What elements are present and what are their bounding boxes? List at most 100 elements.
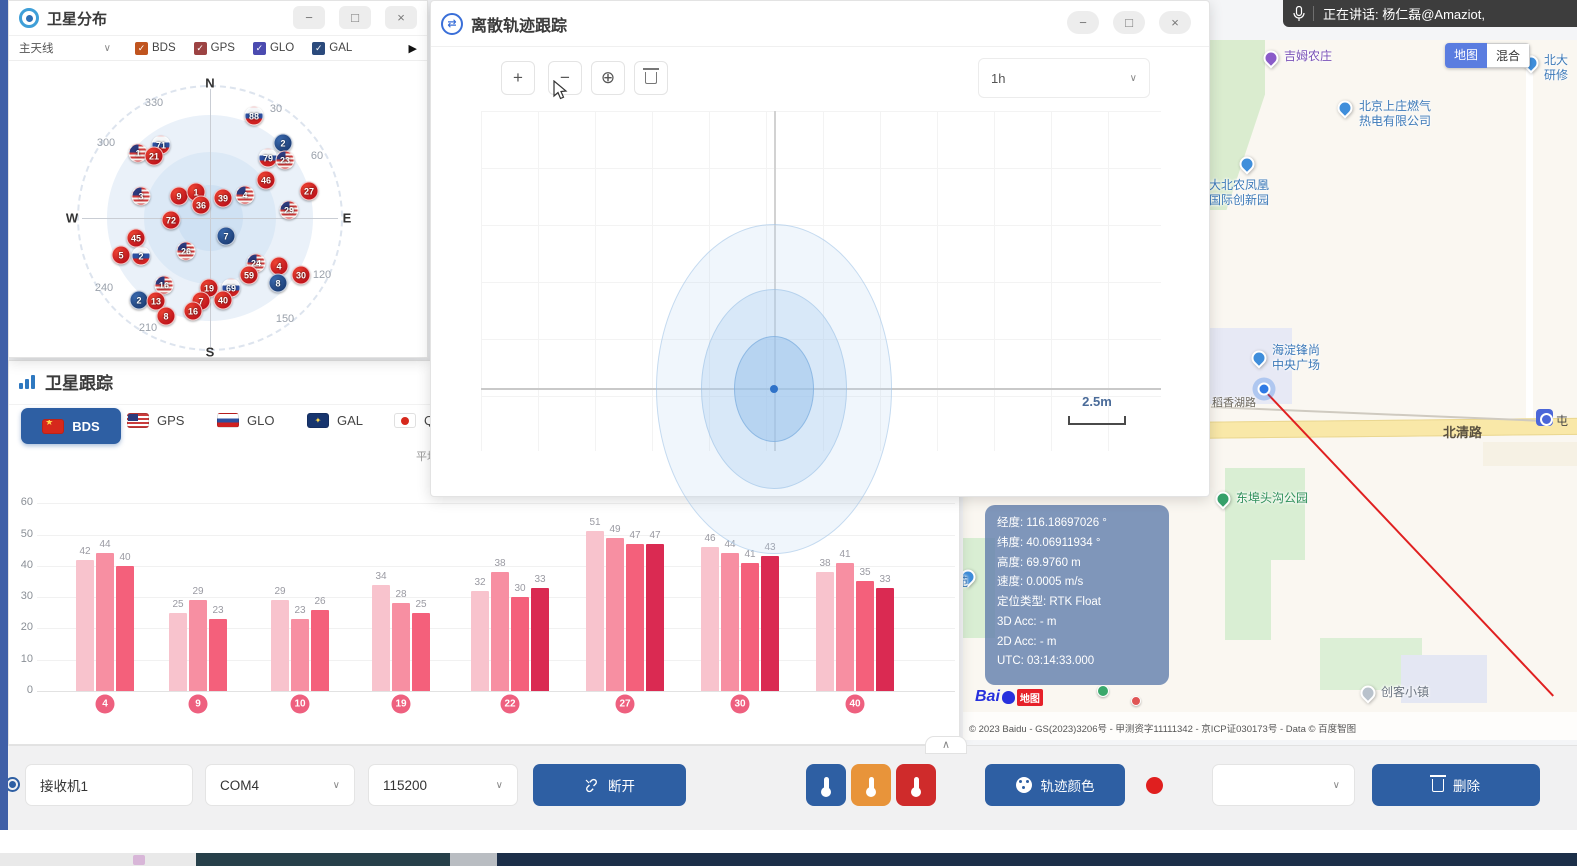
tab-gal[interactable]: GAL	[307, 413, 363, 428]
baud-rate-select[interactable]: 115200∨	[368, 764, 518, 806]
snr-bar-27-0	[586, 531, 604, 691]
system-checkbox-bds[interactable]: ✓BDS	[135, 42, 176, 55]
locate-button[interactable]: ⊕	[591, 61, 625, 95]
satellite-gps-4: 4	[236, 186, 255, 205]
delete-button[interactable]: 删除	[1372, 764, 1540, 806]
snr-bar-10-2	[311, 610, 329, 691]
satellite-bds-21: 21	[145, 147, 164, 166]
snr-value-10-0: 29	[268, 586, 292, 597]
close-button[interactable]: ×	[1159, 11, 1191, 34]
snr-bar-9-0	[169, 613, 187, 691]
glo-flag-icon	[217, 413, 239, 428]
satellite-bds-46: 46	[257, 171, 276, 190]
track-loop-icon: ⇄	[441, 13, 463, 35]
ring-label-30: 30	[270, 103, 282, 115]
snr-value-10-1: 23	[288, 605, 312, 616]
snr-value-19-2: 25	[409, 599, 433, 610]
snr-value-22-1: 38	[488, 558, 512, 569]
snr-value-10-2: 26	[308, 596, 332, 607]
mouse-cursor	[553, 80, 569, 107]
snr-bar-19-2	[412, 613, 430, 691]
poi-label-0: 吉姆农庄	[1284, 49, 1332, 64]
broken-link-icon	[584, 778, 599, 793]
satellite-tracking-title: 卫星跟踪	[45, 369, 113, 394]
tab-label: GAL	[337, 413, 363, 428]
info-row-1: 纬度: 40.06911934 °	[997, 534, 1157, 554]
baidu-paw-icon	[1002, 691, 1015, 704]
antenna-select[interactable]: 主天线 ∨	[9, 40, 117, 56]
expand-arrow-icon[interactable]: ▶	[409, 42, 417, 55]
map-type-hybrid-button[interactable]: 混合	[1487, 43, 1530, 68]
snr-bar-40-3	[876, 588, 894, 691]
system-checkboxes: ✓BDS✓GPS✓GLO✓GAL	[117, 42, 352, 55]
satellite-distribution-window: 卫星分布 − □ × 主天线 ∨ ✓BDS✓GPS✓GLO✓GAL ▶ N S	[8, 0, 428, 358]
baidu-logo-text: Bai	[975, 688, 1000, 706]
tab-bds[interactable]: BDS	[21, 408, 121, 444]
satellite-glo-2: 2	[132, 247, 151, 266]
snr-bar-9-1	[189, 600, 207, 691]
window-controls: − □ ×	[1067, 11, 1191, 34]
system-checkbox-gps[interactable]: ✓GPS	[194, 42, 235, 55]
snr-bar-40-0	[816, 572, 834, 691]
track-color-indicator	[1146, 777, 1163, 794]
taskbar-mini-icon	[133, 855, 145, 865]
clear-track-button[interactable]	[634, 61, 668, 95]
bottom-control-bar: ∧ COM4∨ 115200∨ 断开 轨迹颜色 ∨	[0, 745, 1577, 830]
satellite-distribution-title: 卫星分布	[47, 8, 107, 29]
prn-badge-10: 10	[291, 695, 310, 714]
receiver-name-input[interactable]	[25, 764, 193, 806]
poi-label-7: 苑	[963, 575, 968, 590]
checkbox-icon: ✓	[253, 42, 266, 55]
snr-bar-27-1	[606, 538, 624, 691]
satellite-gps-23: 23	[276, 151, 295, 170]
collapse-panel-button[interactable]: ∧	[925, 736, 967, 754]
ytick-30: 30	[9, 590, 33, 602]
temperature-button-red[interactable]	[896, 764, 936, 806]
com-port-select[interactable]: COM4∨	[205, 764, 355, 806]
disconnect-button[interactable]: 断开	[533, 764, 686, 806]
satellite-gal-8: 8	[269, 274, 288, 293]
ring-label-60: 60	[311, 150, 323, 162]
position-info-panel: 经度: 116.18697026 °纬度: 40.06911934 °高度: 6…	[985, 505, 1169, 685]
ytick-60: 60	[9, 496, 33, 508]
compass-south: S	[206, 345, 215, 360]
temperature-button-orange[interactable]	[851, 764, 891, 806]
system-label: GPS	[211, 42, 235, 54]
red-mini-marker	[1131, 696, 1141, 706]
tab-glo[interactable]: GLO	[217, 413, 274, 428]
prn-badge-27: 27	[616, 695, 635, 714]
interval-select[interactable]: 1h ∨	[978, 58, 1150, 98]
speaking-text: 正在讲话: 杨仁磊@Amaziot,	[1323, 4, 1485, 23]
track-select[interactable]: ∨	[1212, 764, 1355, 806]
taskbar-strip	[0, 853, 1577, 866]
system-label: BDS	[152, 42, 176, 54]
trash-icon	[1432, 779, 1444, 792]
snr-value-40-0: 38	[813, 558, 837, 569]
taskbar-segment-1	[196, 853, 450, 866]
satellite-bds-27: 27	[300, 182, 319, 201]
sky-axis-we	[82, 218, 338, 219]
map-type-map-button[interactable]: 地图	[1445, 43, 1487, 68]
snr-value-9-1: 29	[186, 586, 210, 597]
snr-value-4-1: 44	[93, 539, 117, 550]
minimize-button[interactable]: −	[1067, 11, 1099, 34]
temperature-button-blue[interactable]	[806, 764, 846, 806]
tab-gps[interactable]: GPS	[127, 413, 184, 428]
zoom-in-button[interactable]: +	[501, 61, 535, 95]
snr-bar-30-1	[721, 553, 739, 691]
prn-badge-22: 22	[501, 695, 520, 714]
track-color-button[interactable]: 轨迹颜色	[985, 764, 1125, 806]
ring-label-240: 240	[95, 282, 113, 294]
minimize-button[interactable]: −	[293, 6, 325, 29]
chevron-down-icon: ∨	[333, 780, 340, 791]
chevron-down-icon: ∨	[104, 43, 111, 54]
qzs-flag-icon	[394, 413, 416, 428]
maximize-button[interactable]: □	[1113, 11, 1145, 34]
system-checkbox-glo[interactable]: ✓GLO	[253, 42, 294, 55]
snr-bar-22-3	[531, 588, 549, 691]
maximize-button[interactable]: □	[339, 6, 371, 29]
system-checkbox-gal[interactable]: ✓GAL	[312, 42, 352, 55]
chevron-down-icon: ∨	[1333, 780, 1340, 791]
satellite-glo-88: 88	[245, 107, 264, 126]
close-button[interactable]: ×	[385, 6, 417, 29]
